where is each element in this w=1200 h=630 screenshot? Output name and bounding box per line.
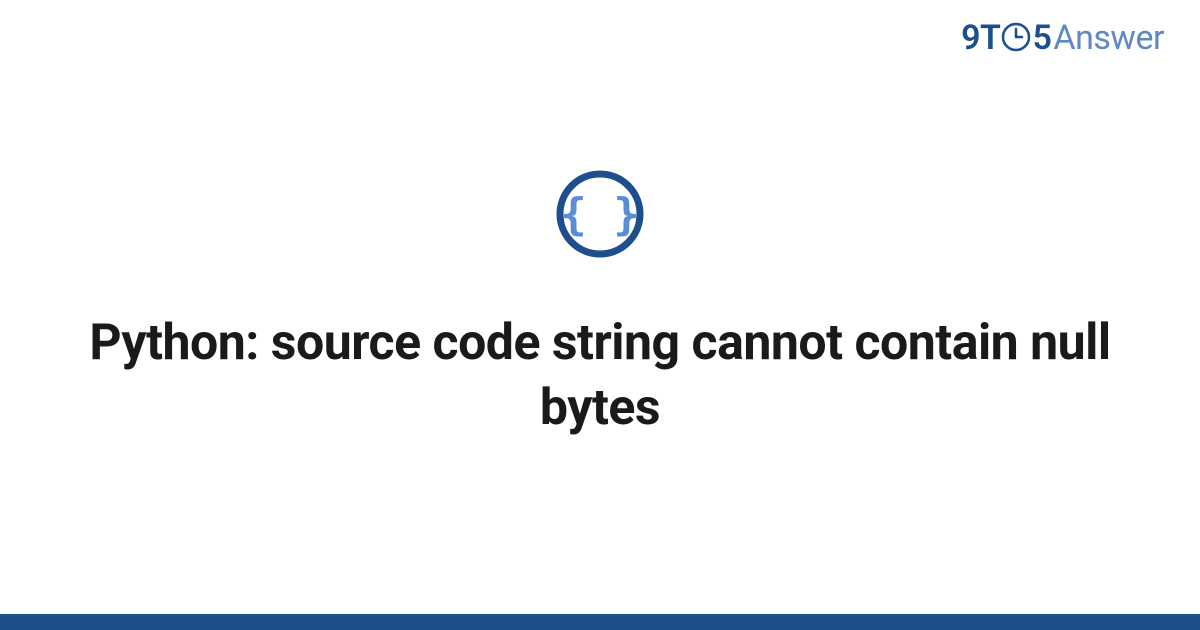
- curly-braces-icon: { }: [555, 169, 645, 263]
- bottom-accent-bar: [0, 614, 1200, 630]
- main-content: { } Python: source code string cannot co…: [0, 0, 1200, 630]
- article-title: Python: source code string cannot contai…: [75, 311, 1125, 441]
- svg-text:{ }: { }: [560, 189, 639, 240]
